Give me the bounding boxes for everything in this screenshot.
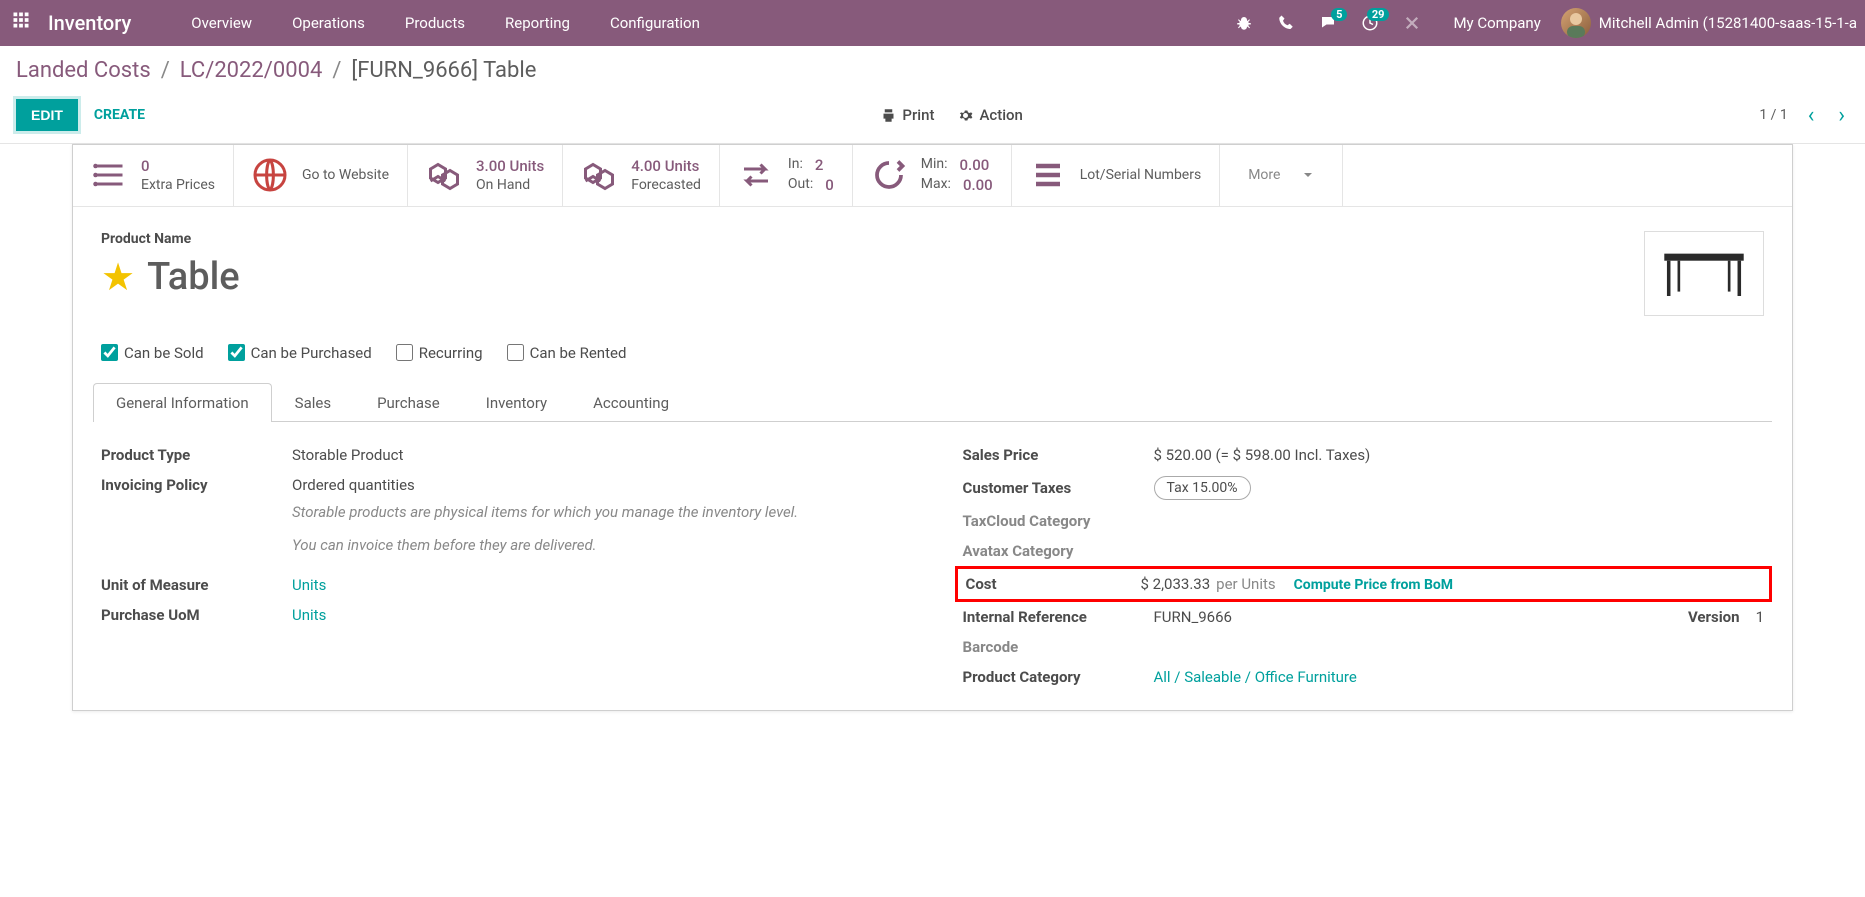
tab-general-information[interactable]: General Information: [93, 383, 272, 422]
pager-count: 1 / 1: [1759, 107, 1787, 123]
value-uom[interactable]: Units: [292, 576, 326, 594]
value-product-type: Storable Product: [292, 446, 403, 464]
user-menu[interactable]: Mitchell Admin (15281400-saas-15-1-a: [1561, 8, 1857, 38]
tag-customer-tax[interactable]: Tax 15.00%: [1154, 476, 1251, 500]
label-taxcloud: TaxCloud Category: [963, 512, 1138, 530]
tab-accounting[interactable]: Accounting: [570, 383, 692, 422]
close-tray-icon[interactable]: [1391, 14, 1433, 32]
breadcrumb-current: [FURN_9666] Table: [351, 58, 536, 83]
value-sales-price: $ 520.00 (= $ 598.00 Incl. Taxes): [1154, 446, 1371, 464]
avatar: [1561, 8, 1591, 38]
stat-website[interactable]: Go to Website: [234, 145, 408, 206]
tab-inventory[interactable]: Inventory: [463, 383, 570, 422]
check-can-be-purchased[interactable]: Can be Purchased: [228, 344, 372, 362]
stat-row: 0Extra Prices Go to Website 3.00 UnitsOn…: [73, 145, 1792, 207]
app-title[interactable]: Inventory: [48, 11, 131, 35]
form-sheet: 0Extra Prices Go to Website 3.00 UnitsOn…: [72, 144, 1793, 711]
compute-price-link[interactable]: Compute Price from BoM: [1294, 577, 1453, 593]
label-barcode: Barcode: [963, 638, 1138, 656]
messages-badge: 5: [1331, 8, 1347, 21]
activities-badge: 29: [1367, 8, 1390, 21]
label-purchase-uom: Purchase UoM: [101, 606, 276, 624]
tab-purchase[interactable]: Purchase: [354, 383, 463, 422]
edit-button[interactable]: EDIT: [16, 99, 78, 131]
breadcrumb-lc[interactable]: LC/2022/0004: [180, 58, 323, 83]
product-name-label: Product Name: [101, 231, 1624, 247]
print-button[interactable]: Print: [881, 106, 934, 124]
label-customer-taxes: Customer Taxes: [963, 479, 1138, 497]
label-avatax: Avatax Category: [963, 542, 1138, 560]
hint-invoice: You can invoice them before they are del…: [292, 535, 903, 556]
control-bar: Landed Costs / LC/2022/0004 / [FURN_9666…: [0, 46, 1865, 144]
hint-storable: Storable products are physical items for…: [292, 502, 903, 523]
phone-icon[interactable]: [1265, 14, 1307, 32]
label-product-category: Product Category: [963, 668, 1138, 686]
label-sales-price: Sales Price: [963, 446, 1138, 464]
company-selector[interactable]: My Company: [1433, 14, 1560, 32]
user-name: Mitchell Admin (15281400-saas-15-1-a: [1599, 14, 1857, 32]
activities-icon[interactable]: 29: [1349, 14, 1391, 32]
value-cost-unit: per Units: [1216, 575, 1276, 593]
stat-in-out[interactable]: In:2 Out:0: [720, 145, 853, 206]
favorite-star-icon[interactable]: ★: [101, 255, 135, 300]
label-internal-ref: Internal Reference: [963, 608, 1138, 626]
action-button[interactable]: Action: [958, 106, 1022, 124]
pager-prev[interactable]: ‹: [1804, 103, 1819, 128]
menu-overview[interactable]: Overview: [171, 14, 272, 32]
apps-icon[interactable]: [12, 11, 36, 35]
breadcrumb-root[interactable]: Landed Costs: [16, 58, 151, 83]
tabs: General Information Sales Purchase Inven…: [93, 382, 1772, 422]
navbar: Inventory Overview Operations Products R…: [0, 0, 1865, 46]
product-image[interactable]: [1644, 231, 1764, 316]
check-can-be-rented[interactable]: Can be Rented: [507, 344, 627, 362]
stat-min-max[interactable]: Min:0.00 Max:0.00: [853, 145, 1012, 206]
menu-operations[interactable]: Operations: [272, 14, 385, 32]
check-can-be-sold[interactable]: Can be Sold: [101, 344, 204, 362]
stat-lot-serial[interactable]: Lot/Serial Numbers: [1012, 145, 1221, 206]
menu-reporting[interactable]: Reporting: [485, 14, 590, 32]
menu-products[interactable]: Products: [385, 14, 485, 32]
stat-on-hand[interactable]: 3.00 UnitsOn Hand: [408, 145, 563, 206]
breadcrumb: Landed Costs / LC/2022/0004 / [FURN_9666…: [16, 58, 1849, 83]
value-product-category[interactable]: All / Saleable / Office Furniture: [1154, 668, 1357, 686]
menu-configuration[interactable]: Configuration: [590, 14, 720, 32]
cost-row-highlight: Cost $ 2,033.33 per Units Compute Price …: [955, 566, 1773, 602]
label-cost: Cost: [966, 575, 1141, 593]
pager: 1 / 1 ‹ ›: [1759, 103, 1849, 128]
stat-forecasted[interactable]: 4.00 UnitsForecasted: [563, 145, 720, 206]
label-version: Version: [1688, 608, 1740, 626]
create-button[interactable]: CREATE: [94, 107, 145, 123]
bug-icon[interactable]: [1223, 14, 1265, 32]
stat-more[interactable]: More: [1220, 145, 1343, 206]
tab-sales[interactable]: Sales: [272, 383, 354, 422]
label-uom: Unit of Measure: [101, 576, 276, 594]
product-name: Table: [147, 255, 240, 299]
value-cost: $ 2,033.33: [1141, 575, 1211, 593]
check-recurring[interactable]: Recurring: [396, 344, 483, 362]
label-product-type: Product Type: [101, 446, 276, 464]
messages-icon[interactable]: 5: [1307, 14, 1349, 32]
value-version: 1: [1756, 608, 1764, 626]
value-invoicing-policy: Ordered quantities: [292, 476, 415, 494]
stat-extra-prices[interactable]: 0Extra Prices: [73, 145, 234, 206]
value-internal-ref: FURN_9666: [1154, 608, 1672, 626]
label-invoicing-policy: Invoicing Policy: [101, 476, 276, 494]
value-purchase-uom[interactable]: Units: [292, 606, 326, 624]
pager-next[interactable]: ›: [1834, 103, 1849, 128]
